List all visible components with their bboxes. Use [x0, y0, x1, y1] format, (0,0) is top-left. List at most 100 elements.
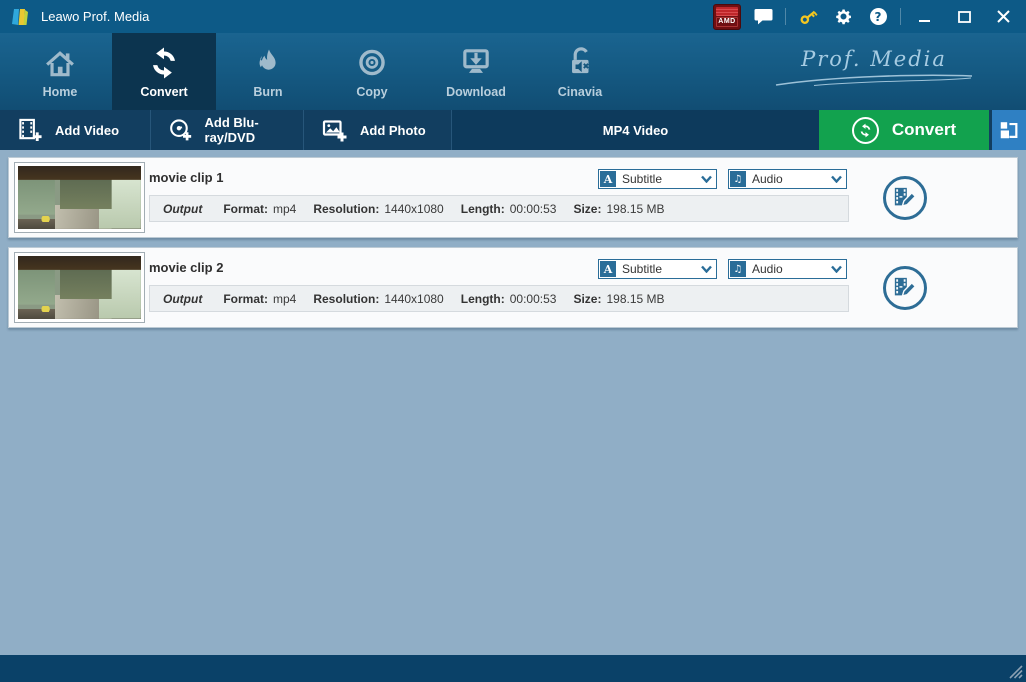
settings-button[interactable] — [830, 4, 856, 30]
subtitle-dropdown-label: Subtitle — [622, 172, 663, 186]
home-icon — [43, 44, 77, 80]
size-value: 198.15 MB — [606, 201, 665, 216]
add-bluray-button[interactable]: Add Blu-ray/DVD — [150, 110, 303, 150]
tab-cinavia-label: Cinavia — [557, 85, 603, 99]
status-bar — [0, 655, 1026, 682]
brand-text: Prof. Media — [801, 47, 947, 71]
leawo-logo-icon — [12, 8, 28, 25]
edit-film-pencil-icon — [894, 187, 917, 207]
add-photo-button[interactable]: Add Photo — [303, 110, 451, 150]
minimize-icon — [919, 19, 930, 22]
titlebar-separator — [785, 8, 786, 25]
resolution-pair: Resolution: 1440x1080 — [313, 202, 443, 216]
amd-badge-icon: AMD — [713, 3, 741, 30]
convert-cycle-icon — [147, 44, 181, 80]
size-label: Size: — [573, 201, 602, 216]
add-photo-icon — [322, 120, 347, 142]
tab-home[interactable]: Home — [8, 33, 112, 110]
tab-copy-label: Copy — [356, 85, 388, 99]
register-button[interactable] — [795, 4, 821, 30]
add-video-label: Add Video — [55, 122, 120, 138]
format-value: mp4 — [273, 291, 297, 306]
app-title: Leawo Prof. Media — [41, 9, 150, 24]
add-bluray-icon — [170, 119, 192, 141]
app-window: Leawo Prof. Media AMD ? Home Convert Bur… — [0, 0, 1026, 682]
length-value: 00:00:53 — [509, 201, 557, 216]
audio-note-icon: ♫ — [730, 261, 746, 277]
maximize-button[interactable] — [949, 4, 979, 30]
size-value: 198.15 MB — [606, 291, 665, 306]
add-bluray-label: Add Blu-ray/DVD — [204, 115, 259, 145]
convert-button-label: Convert — [891, 120, 957, 139]
clip-title: movie clip 2 — [149, 260, 224, 275]
add-video-button[interactable]: Add Video — [0, 110, 150, 150]
chevron-down-icon — [701, 175, 712, 183]
resolution-pair: Resolution: 1440x1080 — [313, 292, 443, 306]
add-video-icon — [19, 118, 42, 142]
resolution-value: 1440x1080 — [384, 291, 444, 306]
clip-title: movie clip 1 — [149, 170, 224, 185]
resize-grip[interactable] — [1008, 664, 1023, 679]
tab-cinavia[interactable]: Cinavia — [528, 33, 632, 110]
clip-list: movie clip 1 A Subtitle ♫ Audio Output F… — [0, 150, 1026, 655]
tab-convert[interactable]: Convert — [112, 33, 216, 110]
close-icon — [996, 10, 1010, 23]
edit-clip-button[interactable] — [883, 266, 927, 310]
chevron-down-icon — [831, 265, 842, 273]
edit-film-pencil-icon — [894, 277, 917, 297]
audio-dropdown[interactable]: ♫ Audio — [728, 259, 847, 279]
close-button[interactable] — [988, 4, 1018, 30]
audio-dropdown[interactable]: ♫ Audio — [728, 169, 847, 189]
format-label: Format: — [223, 201, 268, 216]
tab-download[interactable]: Download — [424, 33, 528, 110]
length-pair: Length: 00:00:53 — [461, 292, 557, 306]
format-pair: Format: mp4 — [223, 202, 296, 216]
video-thumbnail — [14, 162, 145, 233]
amd-badge-label: AMD — [716, 16, 738, 27]
chevron-down-icon — [831, 175, 842, 183]
minimize-button[interactable] — [910, 4, 940, 30]
video-thumbnail — [14, 252, 145, 323]
subtitle-dropdown[interactable]: A Subtitle — [598, 259, 717, 279]
add-photo-label: Add Photo — [360, 122, 426, 138]
subtitle-dropdown-label: Subtitle — [622, 262, 663, 276]
size-pair: Size: 198.15 MB — [573, 292, 664, 306]
brand-swoosh — [775, 74, 973, 86]
subtitle-dropdown[interactable]: A Subtitle — [598, 169, 717, 189]
clip-row-1[interactable]: movie clip 1 A Subtitle ♫ Audio Output F… — [8, 157, 1018, 238]
tab-convert-label: Convert — [140, 85, 188, 99]
copy-disc-icon — [355, 44, 389, 80]
main-nav: Home Convert Burn Copy Download Cinavia … — [0, 33, 1026, 110]
length-value: 00:00:53 — [509, 291, 557, 306]
amd-badge-top — [716, 6, 738, 16]
resolution-label: Resolution: — [313, 201, 380, 216]
format-label: Format: — [223, 291, 268, 306]
length-label: Length: — [460, 291, 505, 306]
key-icon — [800, 10, 818, 24]
chat-bubble-icon — [754, 9, 772, 25]
size-pair: Size: 198.15 MB — [573, 202, 664, 216]
download-icon — [459, 44, 493, 80]
convert-button[interactable]: Convert — [819, 110, 989, 150]
clip-row-2[interactable]: movie clip 2 A Subtitle ♫ Audio Output F… — [8, 247, 1018, 328]
convert-cycle-badge-icon — [851, 116, 879, 144]
brand-signature: Prof. Media — [774, 47, 974, 87]
help-button[interactable]: ? — [865, 4, 891, 30]
tab-copy[interactable]: Copy — [320, 33, 424, 110]
cinavia-unlock-icon — [563, 44, 597, 80]
thumbnail-image — [18, 256, 141, 319]
length-label: Length: — [460, 201, 505, 216]
tab-download-label: Download — [446, 85, 506, 99]
tab-burn[interactable]: Burn — [216, 33, 320, 110]
gear-icon — [835, 9, 851, 25]
chevron-down-icon — [701, 265, 712, 273]
edit-clip-button[interactable] — [883, 176, 927, 220]
thumbnail-image — [18, 166, 141, 229]
output-format-selector[interactable]: MP4 Video — [451, 110, 819, 150]
toggle-panel-button[interactable] — [989, 110, 1026, 150]
resolution-value: 1440x1080 — [384, 201, 444, 216]
feedback-button[interactable] — [750, 4, 776, 30]
output-format-label: MP4 Video — [602, 122, 669, 138]
tab-burn-label: Burn — [253, 85, 283, 99]
panel-layout-icon — [1000, 122, 1018, 139]
